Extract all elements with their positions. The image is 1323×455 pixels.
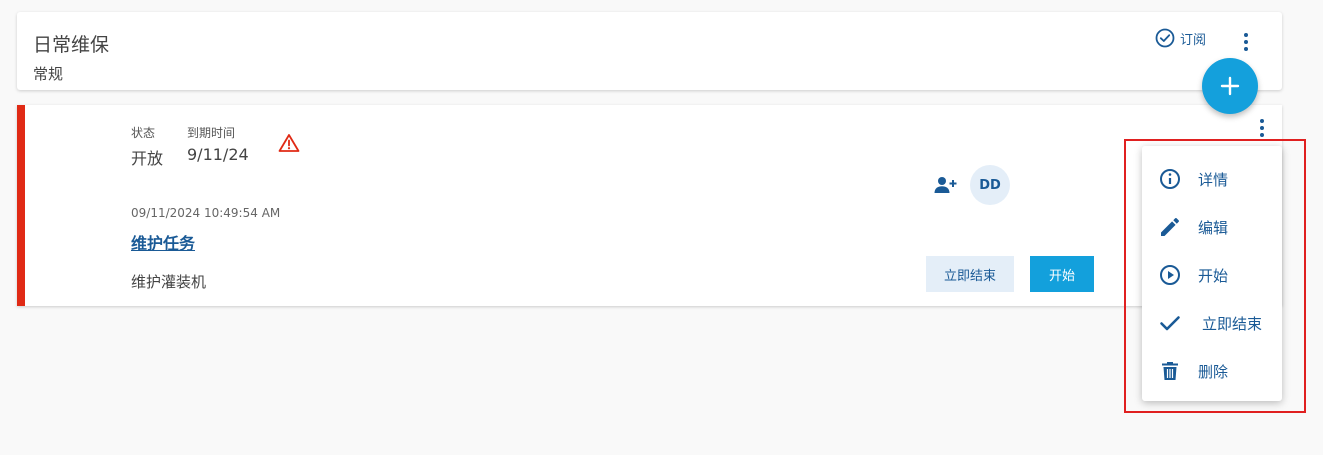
menu-item-label: 立即结束 <box>1202 314 1263 333</box>
add-person-icon[interactable] <box>934 175 958 195</box>
task-card: 状态 开放 到期时间 9/11/24 DD 09/11/2024 10:49:5… <box>17 105 1282 306</box>
menu-item-label: 开始 <box>1198 266 1229 285</box>
header-card: 日常维保 常规 订阅 <box>17 12 1282 90</box>
due-date-value: 9/11/24 <box>187 145 249 164</box>
more-vertical-icon[interactable] <box>1235 30 1257 54</box>
menu-item-label: 编辑 <box>1198 218 1229 237</box>
check-circle-icon <box>1155 28 1175 48</box>
page-title: 日常维保 <box>33 34 110 56</box>
created-timestamp: 09/11/2024 10:49:54 AM <box>131 206 281 220</box>
task-title-link[interactable]: 维护任务 <box>131 230 195 254</box>
pencil-icon <box>1161 218 1179 236</box>
trash-icon <box>1162 362 1178 380</box>
menu-item-edit[interactable]: 编辑 <box>1142 205 1282 249</box>
more-vertical-icon[interactable] <box>1250 116 1274 140</box>
menu-item-label: 删除 <box>1198 362 1229 381</box>
info-icon <box>1160 169 1180 189</box>
status-value: 开放 <box>131 149 164 168</box>
menu-item-start[interactable]: 开始 <box>1142 253 1282 297</box>
avatar[interactable]: DD <box>970 165 1010 205</box>
status-label: 状态 <box>131 126 156 140</box>
due-date-label: 到期时间 <box>187 126 236 140</box>
menu-item-delete[interactable]: 删除 <box>1142 349 1282 393</box>
plus-icon <box>1220 76 1240 96</box>
warning-icon <box>278 134 300 152</box>
task-context-menu: 详情 编辑 开始 立即结束 删除 <box>1142 146 1282 401</box>
finish-now-button[interactable]: 立即结束 <box>926 256 1014 292</box>
menu-item-details[interactable]: 详情 <box>1142 157 1282 201</box>
menu-item-label: 详情 <box>1198 170 1229 189</box>
task-description: 维护灌装机 <box>131 273 207 291</box>
check-icon <box>1160 316 1180 331</box>
subscribe-button[interactable]: 订阅 <box>1155 27 1206 49</box>
start-button[interactable]: 开始 <box>1030 256 1094 292</box>
page-subtitle: 常规 <box>33 65 64 83</box>
play-icon <box>1160 265 1180 285</box>
subscribe-label: 订阅 <box>1180 32 1207 48</box>
menu-item-finish-now[interactable]: 立即结束 <box>1142 301 1282 345</box>
add-button[interactable] <box>1202 58 1258 114</box>
